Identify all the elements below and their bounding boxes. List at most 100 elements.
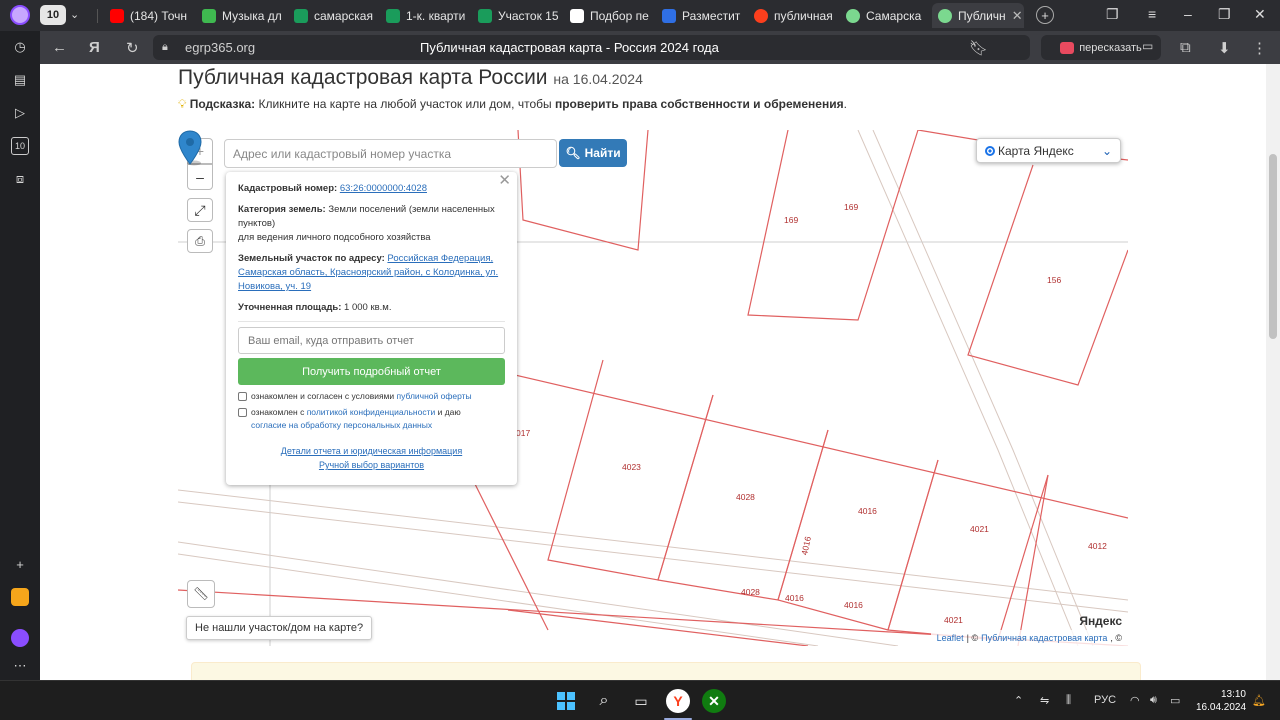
email-field[interactable] xyxy=(238,327,505,354)
battery-icon[interactable]: ▭ xyxy=(1142,39,1153,53)
tray-audio-device-icon[interactable]: ⫼ xyxy=(1066,694,1071,707)
tab-groups-icon[interactable]: ❐ xyxy=(1106,6,1119,23)
manual-selection-link[interactable]: Ручной выбор вариантов xyxy=(319,460,424,470)
minimize-window-icon[interactable]: – xyxy=(1184,6,1192,22)
tab-music[interactable]: Музыка дл xyxy=(196,3,284,28)
print-icon[interactable]: ⎙ xyxy=(187,229,213,253)
area-row: Уточненная площадь: 1 000 кв.м. xyxy=(238,301,505,315)
tab-youtube[interactable]: (184) Точн xyxy=(104,3,192,28)
tab-counter[interactable]: 10 xyxy=(40,5,66,25)
page-title-in-bar: Публичная кадастровая карта - Россия 202… xyxy=(420,40,719,55)
ruler-icon[interactable]: 📏︎ xyxy=(187,580,215,608)
tab-yandex-search[interactable]: публичная xyxy=(748,3,836,28)
notification-icon[interactable]: 🔔︎ xyxy=(1252,694,1266,707)
site-icon xyxy=(386,8,400,23)
tray-settings-icon[interactable]: ⇋ xyxy=(1040,694,1049,707)
lock-icon[interactable]: 🔒︎ xyxy=(162,41,168,54)
reload-icon[interactable]: ↻ xyxy=(126,39,139,57)
parcel-label: 169 xyxy=(844,202,858,212)
mail-icon[interactable] xyxy=(11,588,29,606)
back-icon[interactable]: ← xyxy=(52,39,67,56)
scroll-thumb[interactable] xyxy=(1269,154,1277,339)
parcel-label: 4028 xyxy=(741,587,760,597)
radio-selected-icon xyxy=(985,145,995,156)
history-icon[interactable]: ◷ xyxy=(11,38,29,56)
tab-post[interactable]: Разместит xyxy=(656,3,744,28)
tab-apartment[interactable]: 1-к. кварти xyxy=(380,3,468,28)
clock-time: 13:10 xyxy=(1220,689,1246,700)
task-view-icon[interactable]: ▭ xyxy=(629,689,653,713)
tray-overflow-icon[interactable]: ⌃ xyxy=(1014,694,1023,707)
url-text[interactable]: egrp365.org xyxy=(185,40,255,55)
report-details-link[interactable]: Детали отчета и юридическая информация xyxy=(281,446,462,456)
page-scrollbar[interactable] xyxy=(1266,64,1280,680)
collections-icon[interactable]: ▤ xyxy=(11,71,29,89)
heading-text: Публичная кадастровая карта России xyxy=(178,66,548,89)
cadastral-number-row: Кадастровый номер: 63:26:0000000:4028 xyxy=(238,182,505,196)
extensions-icon[interactable]: ⧉ xyxy=(1180,39,1191,56)
profile-avatar[interactable] xyxy=(10,5,30,25)
new-tab-button[interactable]: + xyxy=(1036,6,1054,24)
tab-label: Участок 15 xyxy=(498,8,559,23)
volume-icon[interactable]: 🔊︎ xyxy=(1150,694,1157,707)
location-pin-icon[interactable] xyxy=(178,130,202,166)
map-layer-select[interactable]: Карта Яндекс ⌄ xyxy=(976,138,1121,163)
more-icon[interactable]: ⋯ xyxy=(11,657,29,675)
clock[interactable]: 13:10 16.04.2024 xyxy=(1196,688,1246,714)
browser-sidebar: ◷ ▤ ▷ 10 ⧈ + ⋯ xyxy=(0,31,40,680)
tab-samarskaya-2[interactable]: Самарска xyxy=(840,3,928,28)
add-panel-icon[interactable]: + xyxy=(11,555,29,573)
restore-window-icon[interactable]: ❐ xyxy=(1218,6,1231,23)
bookmark-icon[interactable]: 🔖︎ xyxy=(969,39,988,57)
parcel-info-popup: ✕ Кадастровый номер: 63:26:0000000:4028 … xyxy=(226,172,517,485)
privacy-policy-link[interactable]: политикой конфиденциальности xyxy=(307,407,436,417)
minimize-tabs-icon[interactable]: ≡ xyxy=(1148,6,1156,22)
battery-icon[interactable]: ▭ xyxy=(1170,694,1180,707)
find-button[interactable]: 🔍︎ Найти xyxy=(559,139,627,167)
cadastral-map[interactable]: 169 169 156 017 4023 4028 4016 4016 4021… xyxy=(178,130,1128,646)
tabs-dropdown-icon[interactable]: ⌄ xyxy=(70,8,79,21)
tab-active-cadastral-map[interactable]: Публичн ✕ xyxy=(932,3,1024,28)
close-popup-icon[interactable]: ✕ xyxy=(498,173,511,188)
downloads-icon[interactable]: ⬇ xyxy=(1218,39,1231,57)
tab-label: публичная xyxy=(774,8,833,23)
menu-icon[interactable]: ⋮ xyxy=(1252,39,1267,57)
zoom-out-button[interactable]: – xyxy=(187,164,213,190)
privacy-agreement-text: ознакомлен с политикой конфиденциальност… xyxy=(251,406,461,432)
windows-start-icon[interactable] xyxy=(554,689,578,713)
leaflet-link[interactable]: Leaflet xyxy=(937,633,964,643)
tab-plot[interactable]: Участок 15 xyxy=(472,3,560,28)
tab-count-icon[interactable]: 10 xyxy=(11,137,29,155)
play-icon[interactable]: ▷ xyxy=(11,104,29,122)
close-window-icon[interactable]: ✕ xyxy=(1254,6,1266,23)
not-found-button[interactable]: Не нашли участок/дом на карте? xyxy=(186,616,373,640)
cadnum-link[interactable]: 63:26:0000000:4028 xyxy=(340,183,427,194)
public-offer-link[interactable]: публичной оферты xyxy=(397,391,472,401)
offer-checkbox[interactable] xyxy=(238,392,247,401)
get-report-button[interactable]: Получить подробный отчет xyxy=(238,358,505,385)
xbox-icon[interactable]: ✕ xyxy=(702,689,726,713)
search-icon[interactable]: ⌕ xyxy=(592,689,616,713)
language-indicator[interactable]: РУС xyxy=(1094,694,1116,706)
parcel-label: 169 xyxy=(784,215,798,225)
personal-data-consent-link[interactable]: согласие на обработку персональных данны… xyxy=(251,420,432,430)
search-input[interactable] xyxy=(224,139,557,168)
pkk-link[interactable]: Публичная кадастровая карта xyxy=(981,633,1107,643)
privacy-checkbox[interactable] xyxy=(238,408,247,417)
windows-logo xyxy=(557,692,575,710)
close-tab-icon[interactable]: ✕ xyxy=(1012,8,1023,24)
parcel-label: 4016 xyxy=(858,506,877,516)
yandex-home-icon[interactable]: Я xyxy=(89,39,100,56)
alice-icon[interactable] xyxy=(11,629,29,647)
screenshot-icon[interactable]: ⧈ xyxy=(11,170,29,188)
popup-bottom-links: Детали отчета и юридическая информация Р… xyxy=(238,444,505,472)
tab-label: (184) Точн xyxy=(130,8,188,23)
tab-selection[interactable]: Подбор пе xyxy=(564,3,652,28)
agree2-mid: и даю xyxy=(435,407,461,417)
wifi-icon[interactable]: ◠ xyxy=(1130,694,1140,707)
tab-samarskaya[interactable]: самарская xyxy=(288,3,376,28)
fullscreen-icon[interactable]: ⤢ xyxy=(187,198,213,222)
site-icon xyxy=(662,8,676,23)
site-icon xyxy=(478,8,492,23)
yandex-browser-icon[interactable]: Y xyxy=(666,689,690,713)
